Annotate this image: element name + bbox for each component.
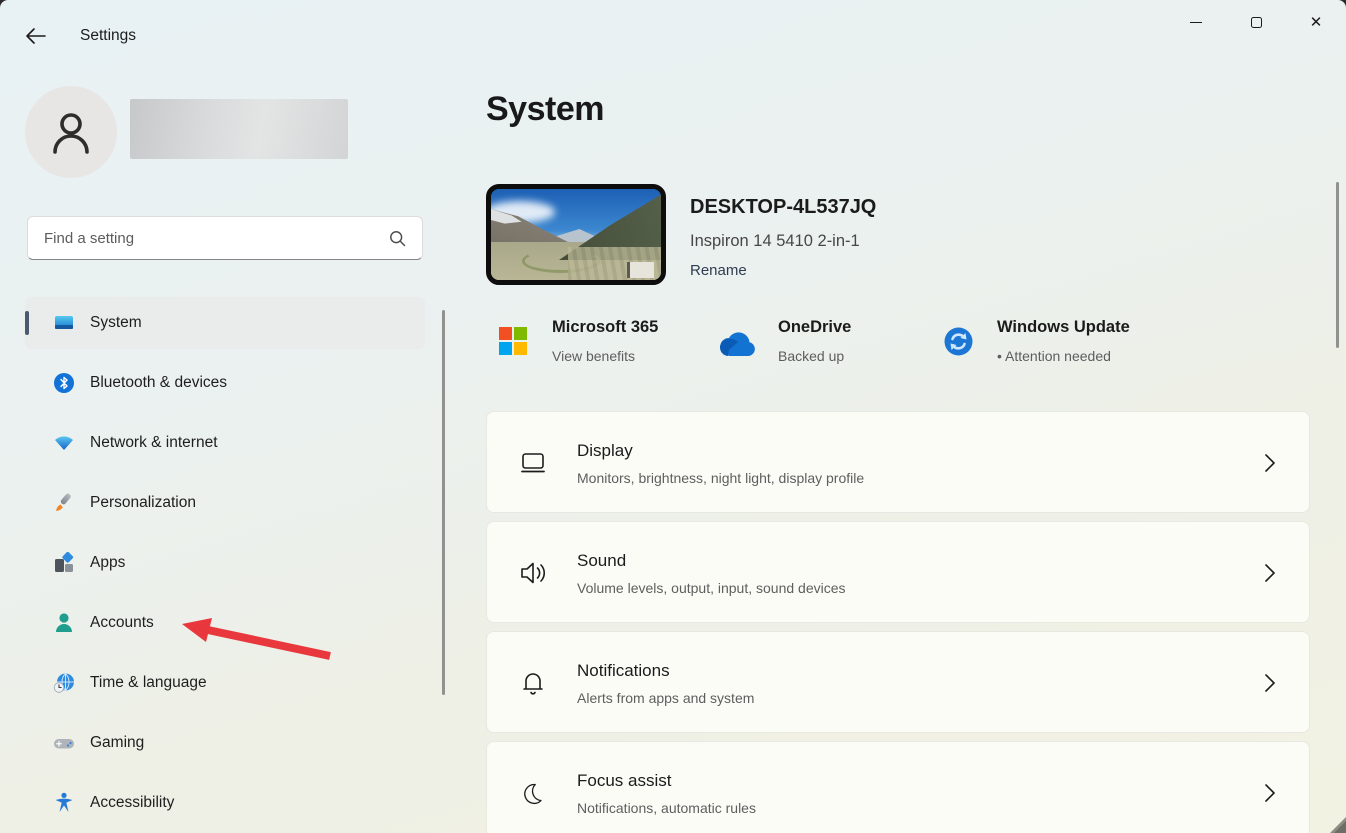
display-icon [518, 448, 548, 478]
card-display[interactable]: Display Monitors, brightness, night ligh… [486, 411, 1310, 513]
search-icon [389, 230, 406, 247]
chevron-right-icon [1263, 562, 1277, 589]
sidebar-item-apps[interactable]: Apps [25, 537, 425, 589]
selected-indicator [25, 311, 29, 335]
sidebar-item-bluetooth-devices[interactable]: Bluetooth & devices [25, 357, 425, 409]
search-input[interactable] [28, 230, 389, 247]
main-scrollbar[interactable] [1336, 182, 1339, 348]
sidebar-item-label: Bluetooth & devices [90, 357, 227, 409]
sidebar-item-label: Network & internet [90, 417, 218, 469]
titlebar: Settings ✕ [0, 0, 1346, 60]
landscape-photo [491, 189, 661, 280]
maximize-icon [1251, 17, 1262, 28]
close-button[interactable]: ✕ [1286, 0, 1346, 44]
sidebar-item-label: System [90, 297, 142, 349]
sidebar-item-label: Time & language [90, 657, 207, 709]
status-subtitle: View benefits [552, 348, 635, 364]
accounts-icon [53, 612, 75, 634]
avatar[interactable] [25, 86, 117, 178]
sidebar-item-system[interactable]: System [25, 297, 425, 349]
card-subtitle: Monitors, brightness, night light, displ… [577, 470, 864, 486]
back-arrow-icon [22, 22, 50, 50]
system-icon [53, 312, 75, 334]
sound-icon [518, 558, 548, 588]
card-sound[interactable]: Sound Volume levels, output, input, soun… [486, 521, 1310, 623]
card-focus-assist[interactable]: Focus assist Notifications, automatic ru… [486, 741, 1310, 833]
chevron-right-icon [1263, 452, 1277, 479]
personalization-icon [53, 492, 75, 514]
settings-window: Settings ✕ [0, 0, 1346, 833]
device-name: DESKTOP-4L537JQ [690, 196, 876, 219]
bluetooth-icon [53, 372, 75, 394]
sidebar-item-label: Gaming [90, 717, 144, 769]
card-title: Notifications [577, 661, 670, 681]
card-title: Focus assist [577, 771, 671, 791]
page-title: System [486, 90, 604, 129]
time-language-icon [53, 672, 75, 694]
person-avatar-icon [45, 106, 97, 158]
chevron-right-icon [1263, 672, 1277, 699]
status-subtitle: Backed up [778, 348, 844, 364]
maximize-button[interactable] [1226, 0, 1286, 44]
card-subtitle: Alerts from apps and system [577, 690, 754, 706]
minimize-button[interactable] [1166, 0, 1226, 44]
status-title: Microsoft 365 [552, 318, 658, 337]
rename-link[interactable]: Rename [690, 262, 747, 279]
status-title: OneDrive [778, 318, 851, 337]
card-subtitle: Volume levels, output, input, sound devi… [577, 580, 846, 596]
status-title: Windows Update [997, 318, 1130, 337]
sidebar-item-accessibility[interactable]: Accessibility [25, 777, 425, 829]
device-wallpaper-thumbnail [486, 184, 666, 285]
card-title: Display [577, 441, 633, 461]
mouse-cursor-fragment [1324, 813, 1346, 833]
minimize-icon [1190, 22, 1202, 23]
sidebar-item-label: Accounts [90, 597, 154, 649]
focus-assist-icon [518, 778, 548, 808]
microsoft-365-icon [499, 327, 527, 360]
sidebar-item-label: Apps [90, 537, 125, 589]
notifications-icon [518, 668, 548, 698]
onedrive-icon [716, 332, 756, 363]
card-title: Sound [577, 551, 626, 571]
device-model: Inspiron 14 5410 2-in-1 [690, 232, 860, 251]
blurred-username [130, 99, 348, 159]
accessibility-icon [53, 792, 75, 814]
sidebar-nav: System Bluetooth & devices [25, 297, 425, 833]
apps-icon [53, 552, 75, 574]
network-icon [53, 432, 75, 454]
sidebar-item-network-internet[interactable]: Network & internet [25, 417, 425, 469]
sidebar-item-accounts[interactable]: Accounts [25, 597, 425, 649]
sidebar-item-label: Personalization [90, 477, 196, 529]
back-button[interactable] [22, 22, 50, 50]
sidebar-item-time-language[interactable]: Time & language [25, 657, 425, 709]
close-icon: ✕ [1310, 15, 1323, 30]
sidebar-item-label: Accessibility [90, 777, 174, 829]
chevron-right-icon [1263, 782, 1277, 809]
sidebar-item-gaming[interactable]: Gaming [25, 717, 425, 769]
card-notifications[interactable]: Notifications Alerts from apps and syste… [486, 631, 1310, 733]
status-subtitle: • Attention needed [997, 348, 1111, 364]
windows-update-icon [944, 327, 973, 361]
sidebar-scrollbar[interactable] [442, 310, 445, 695]
search-box[interactable] [27, 216, 423, 260]
card-subtitle: Notifications, automatic rules [577, 800, 756, 816]
sidebar-item-personalization[interactable]: Personalization [25, 477, 425, 529]
window-controls: ✕ [1166, 0, 1346, 46]
app-title: Settings [80, 27, 136, 45]
gaming-icon [53, 732, 75, 754]
